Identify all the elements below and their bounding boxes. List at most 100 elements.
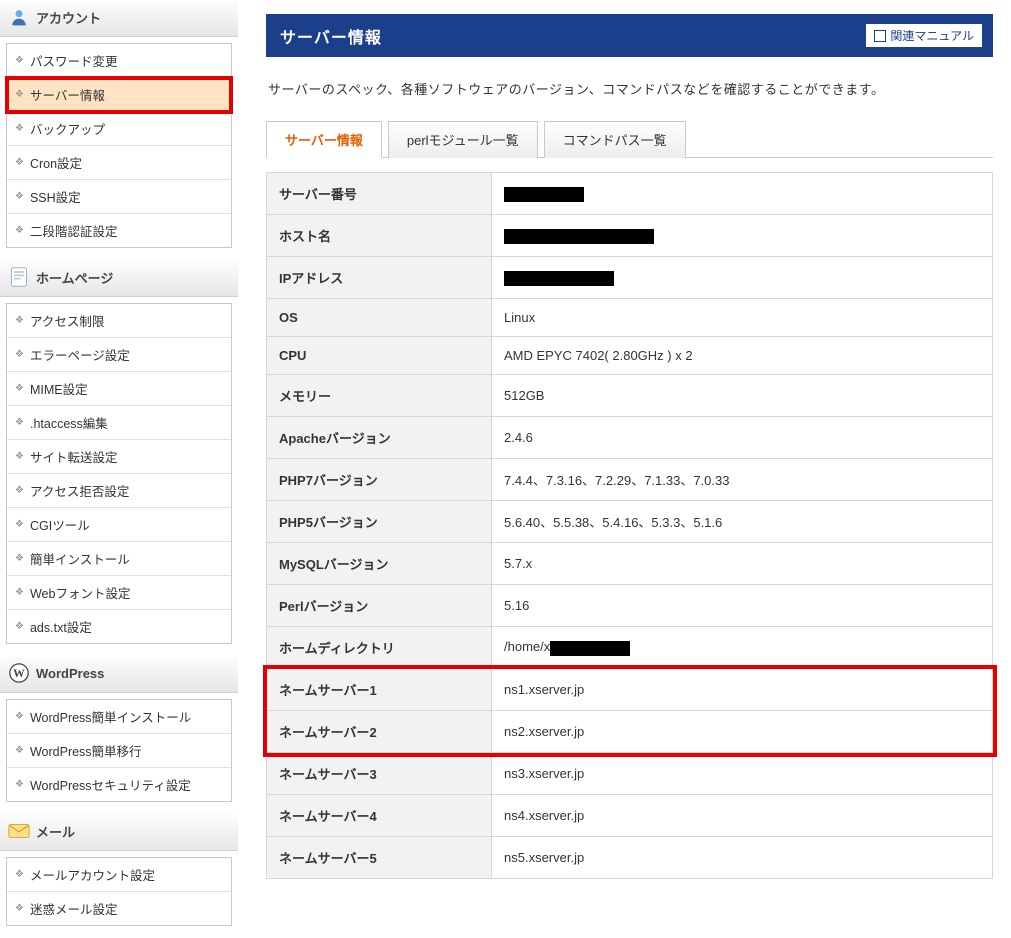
sidebar-item-label: サーバー情報 bbox=[30, 85, 105, 104]
row-value-text: /home/x bbox=[504, 639, 550, 654]
bullet-icon: ❖ bbox=[15, 90, 24, 100]
row-label: ホームディレクトリ bbox=[267, 627, 492, 669]
sidebar-section-header: WWordPress bbox=[0, 656, 238, 693]
bullet-icon: ❖ bbox=[15, 780, 24, 790]
user-icon bbox=[9, 7, 29, 27]
sidebar-item[interactable]: ❖ 迷惑メール設定 bbox=[7, 892, 231, 925]
row-label: PHP5バージョン bbox=[267, 501, 492, 543]
sidebar-item[interactable]: ❖バックアップ bbox=[7, 112, 231, 146]
row-value: Linux bbox=[492, 299, 993, 337]
sidebar-section-header: アカウント bbox=[0, 0, 238, 37]
bullet-icon: ❖ bbox=[15, 554, 24, 564]
sidebar-item-label: 迷惑メール設定 bbox=[30, 899, 118, 918]
page-icon bbox=[10, 267, 28, 287]
sidebar-item-label: SSH設定 bbox=[30, 187, 81, 206]
table-row: PHP7バージョン7.4.4、7.3.16、7.2.29、7.1.33、7.0.… bbox=[267, 459, 993, 501]
sidebar-section-title: アカウント bbox=[36, 8, 101, 27]
row-value: ns4.xserver.jp bbox=[492, 795, 993, 837]
page-root: アカウント❖パスワード変更❖サーバー情報❖バックアップ❖Cron設定❖SSH設定… bbox=[0, 0, 1011, 938]
related-manual-label: 関連マニュアル bbox=[890, 27, 974, 44]
sidebar-item[interactable]: ❖Cron設定 bbox=[7, 146, 231, 180]
sidebar-item[interactable]: ❖サイト転送設定 bbox=[7, 440, 231, 474]
row-value-text: ns3.xserver.jp bbox=[504, 766, 584, 781]
sidebar-item[interactable]: ❖ 簡単インストール bbox=[7, 542, 231, 576]
row-value-text: 2.4.6 bbox=[504, 430, 533, 445]
sidebar-item[interactable]: ❖ SSH設定 bbox=[7, 180, 231, 214]
bullet-icon: ❖ bbox=[15, 746, 24, 756]
bullet-icon: ❖ bbox=[15, 384, 24, 394]
sidebar-item[interactable]: ❖CGIツール bbox=[7, 508, 231, 542]
sidebar-item-label: アクセス拒否設定 bbox=[30, 481, 129, 500]
row-value: ns1.xserver.jp bbox=[492, 669, 993, 711]
tab[interactable]: perlモジュール一覧 bbox=[388, 121, 538, 158]
sidebar-item-label: Cron設定 bbox=[30, 153, 82, 172]
bullet-icon: ❖ bbox=[15, 588, 24, 598]
sidebar-item[interactable]: ❖ アクセス拒否設定 bbox=[7, 474, 231, 508]
sidebar-item[interactable]: ❖ MIME設定 bbox=[7, 372, 231, 406]
row-label: サーバー番号 bbox=[267, 173, 492, 215]
bullet-icon: ❖ bbox=[15, 226, 24, 236]
bullet-icon: ❖ bbox=[15, 486, 24, 496]
sidebar-item-label: アクセス制限 bbox=[30, 311, 104, 330]
sidebar-item-label: メールアカウント設定 bbox=[30, 865, 155, 884]
table-row: ネームサーバー4ns4.xserver.jp bbox=[267, 795, 993, 837]
row-value-text: Linux bbox=[504, 310, 535, 325]
redacted-block bbox=[504, 271, 614, 286]
table-row: ネームサーバー1ns1.xserver.jp bbox=[267, 669, 993, 711]
bullet-icon: ❖ bbox=[15, 904, 24, 914]
table-row: ネームサーバー2ns2.xserver.jp bbox=[267, 711, 993, 753]
sidebar-item[interactable]: ❖.htaccess編集 bbox=[7, 406, 231, 440]
related-manual-button[interactable]: 関連マニュアル bbox=[865, 23, 983, 48]
sidebar-item-label: 簡単インストール bbox=[30, 549, 130, 568]
row-value bbox=[492, 215, 993, 257]
bullet-icon: ❖ bbox=[15, 56, 24, 66]
row-value: AMD EPYC 7402( 2.80GHz ) x 2 bbox=[492, 337, 993, 375]
sidebar-list: ❖パスワード変更❖サーバー情報❖バックアップ❖Cron設定❖SSH設定❖二段階認… bbox=[6, 43, 232, 248]
row-value: 512GB bbox=[492, 375, 993, 417]
sidebar-item-label: サイト転送設定 bbox=[30, 447, 118, 466]
sidebar-section-title: ホームページ bbox=[36, 268, 113, 287]
bullet-icon: ❖ bbox=[15, 520, 24, 530]
row-value-text: ns5.xserver.jp bbox=[504, 850, 584, 865]
row-value: 5.7.x bbox=[492, 543, 993, 585]
svg-text:W: W bbox=[13, 667, 25, 680]
row-value-text: AMD EPYC 7402( 2.80GHz ) x 2 bbox=[504, 348, 693, 363]
row-value: 7.4.4、7.3.16、7.2.29、7.1.33、7.0.33 bbox=[492, 459, 993, 501]
tab[interactable]: コマンドパス一覧 bbox=[544, 121, 686, 158]
sidebar-item[interactable]: ❖パスワード変更 bbox=[7, 44, 231, 78]
sidebar-item-label: WordPressセキュリティ設定 bbox=[30, 775, 191, 794]
sidebar-item-label: ads.txt設定 bbox=[30, 617, 92, 636]
table-row: ネームサーバー3ns3.xserver.jp bbox=[267, 753, 993, 795]
row-value bbox=[492, 173, 993, 215]
bullet-icon: ❖ bbox=[15, 192, 24, 202]
sidebar-list: ❖WordPress簡単インストール❖WordPress簡単移行❖WordPre… bbox=[6, 699, 232, 802]
table-row: CPUAMD EPYC 7402( 2.80GHz ) x 2 bbox=[267, 337, 993, 375]
row-value: 2.4.6 bbox=[492, 417, 993, 459]
sidebar-item[interactable]: ❖ads.txt設定 bbox=[7, 610, 231, 643]
row-value-text: 5.6.40、5.5.38、5.4.16、5.3.3、5.1.6 bbox=[504, 515, 722, 530]
tab[interactable]: サーバー情報 bbox=[266, 121, 382, 158]
sidebar-item[interactable]: ❖WordPress簡単インストール bbox=[7, 700, 231, 734]
page-icon bbox=[8, 266, 30, 288]
sidebar-item[interactable]: ❖ WordPressセキュリティ設定 bbox=[7, 768, 231, 801]
table-row: サーバー番号 bbox=[267, 173, 993, 215]
sidebar-item[interactable]: ❖ WordPress簡単移行 bbox=[7, 734, 231, 768]
sidebar-item[interactable]: ❖ 二段階認証設定 bbox=[7, 214, 231, 247]
sidebar-item-label: WordPress簡単移行 bbox=[30, 741, 142, 760]
row-value: 5.16 bbox=[492, 585, 993, 627]
row-value-text: ns4.xserver.jp bbox=[504, 808, 584, 823]
bullet-icon: ❖ bbox=[15, 712, 24, 722]
sidebar-item-label: MIME設定 bbox=[30, 379, 88, 398]
sidebar-item[interactable]: ❖エラーページ設定 bbox=[7, 338, 231, 372]
sidebar-item[interactable]: ❖ サーバー情報 bbox=[7, 78, 231, 112]
table-row: OSLinux bbox=[267, 299, 993, 337]
sidebar-item[interactable]: ❖メールアカウント設定 bbox=[7, 858, 231, 892]
redacted-block bbox=[504, 187, 584, 202]
table-row: PHP5バージョン 5.6.40、5.5.38、5.4.16、5.3.3、5.1.… bbox=[267, 501, 993, 543]
row-value-text: ns1.xserver.jp bbox=[504, 682, 584, 697]
sidebar-item[interactable]: ❖アクセス制限 bbox=[7, 304, 231, 338]
sidebar-list: ❖アクセス制限❖エラーページ設定❖MIME設定❖.htaccess編集❖サイト転… bbox=[6, 303, 232, 644]
sidebar-item-label: 二段階認証設定 bbox=[30, 221, 118, 240]
sidebar-item-label: .htaccess編集 bbox=[30, 413, 108, 432]
sidebar-item[interactable]: ❖Webフォント設定 bbox=[7, 576, 231, 610]
